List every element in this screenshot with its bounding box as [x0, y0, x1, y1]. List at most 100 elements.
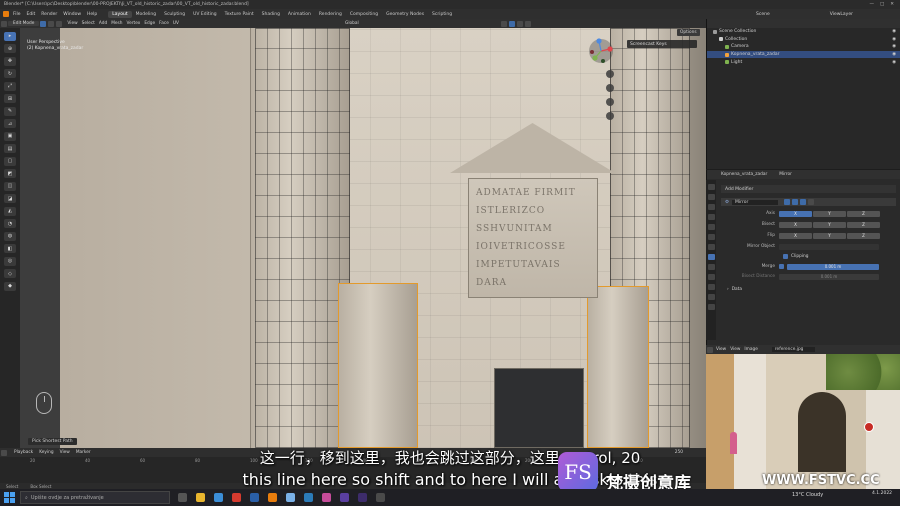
tab-geometry-nodes[interactable]: Geometry Nodes [382, 11, 428, 18]
task-view-icon[interactable] [178, 493, 187, 502]
image-menu-view-2[interactable]: View [728, 347, 742, 352]
smooth-tool-icon[interactable]: ◍ [4, 231, 16, 241]
screencast-keys-panel[interactable]: Screencast Keys [627, 40, 697, 48]
maximize-icon[interactable]: □ [880, 2, 884, 7]
scene-tab-icon[interactable] [707, 224, 715, 230]
options-dropdown[interactable]: Options [677, 29, 700, 36]
app-icon-7[interactable] [286, 493, 295, 502]
last-operator-panel[interactable]: Pick Shortest Path [28, 438, 77, 445]
face-select-icon[interactable] [56, 20, 63, 27]
menu-file[interactable]: File [10, 12, 24, 17]
viewport-menu-uv[interactable]: UV [171, 21, 181, 26]
shading-solid-icon[interactable] [516, 20, 523, 27]
shrink-tool-icon[interactable]: ◎ [4, 256, 16, 266]
physics-tab-icon[interactable] [707, 274, 715, 280]
modifier-name-field[interactable]: Mirror [732, 199, 779, 205]
tab-layout[interactable]: Layout [108, 10, 132, 18]
world-tab-icon[interactable] [707, 234, 715, 240]
bevel-tool-icon[interactable]: ◩ [4, 169, 16, 178]
viewport-menu-edge[interactable]: Edge [142, 21, 157, 26]
mode-dropdown[interactable]: Edit Mode [8, 21, 40, 26]
shading-material-icon[interactable] [524, 20, 531, 27]
viewport-toggle-icon[interactable] [792, 199, 799, 205]
viewport-menu-face[interactable]: Face [157, 21, 171, 26]
tool-tab-icon[interactable] [707, 184, 715, 190]
axis-toggle-z[interactable]: Z [847, 232, 880, 239]
mirror-object-field[interactable] [779, 243, 879, 250]
axis-toggle-z[interactable]: Z [847, 221, 880, 228]
3d-viewport[interactable]: ADMATAE FIRMIT ISTLERIZCO SSHVUNITAM IOI… [20, 28, 706, 448]
outliner-row[interactable]: Kopnena_vrata_zadar ◉ [707, 50, 900, 59]
tab-shading[interactable]: Shading [258, 11, 284, 18]
image-editor-type-icon[interactable] [707, 346, 713, 353]
tab-rendering[interactable]: Rendering [315, 11, 346, 18]
zoom-icon[interactable] [606, 70, 614, 78]
clipping-checkbox[interactable] [783, 254, 788, 259]
constraints-tab-icon[interactable] [707, 284, 715, 290]
tab-compositing[interactable]: Compositing [346, 11, 382, 18]
visibility-eye-icon[interactable]: ◉ [892, 60, 896, 65]
material-tab-icon[interactable] [707, 304, 715, 310]
outliner-row[interactable]: Camera ◉ [707, 43, 900, 51]
axis-toggle-x[interactable]: X [779, 221, 812, 228]
viewport-menu-select[interactable]: Select [80, 21, 97, 26]
navigation-gizmo-icon[interactable] [588, 38, 614, 64]
viewport-menu-view[interactable]: View [65, 21, 79, 26]
premiere-icon[interactable] [340, 493, 349, 502]
blender-taskbar-icon[interactable] [268, 493, 277, 502]
axis-toggle-x[interactable]: X [779, 232, 812, 239]
render-toggle-icon[interactable] [800, 199, 807, 205]
photoshop-icon[interactable] [304, 493, 313, 502]
weather-widget[interactable]: 13°C Cloudy [792, 492, 823, 498]
close-icon[interactable]: ✕ [890, 2, 894, 7]
outliner-row[interactable]: Scene Collection ◉ [707, 28, 900, 36]
tab-modeling[interactable]: Modeling [132, 11, 160, 18]
axis-toggle-x[interactable]: X [779, 210, 812, 217]
merge-checkbox[interactable] [779, 264, 784, 269]
outliner-row[interactable]: Light ◉ [707, 58, 900, 66]
annotate-tool-icon[interactable]: ✎ [4, 106, 16, 116]
menu-window[interactable]: Window [60, 12, 84, 17]
extrude-tool-icon[interactable]: ▤ [4, 144, 16, 153]
after-effects-icon[interactable] [358, 493, 367, 502]
image-name-field[interactable]: reference.jpg [771, 347, 816, 352]
data-tab-icon[interactable] [707, 294, 715, 300]
axis-toggle-z[interactable]: Z [847, 210, 880, 217]
outliner-row[interactable]: Collection ◉ [707, 36, 900, 44]
app-icon-9[interactable] [322, 493, 331, 502]
tab-texture-paint[interactable]: Texture Paint [221, 11, 258, 18]
pan-hand-icon[interactable] [606, 84, 614, 92]
xray-icon[interactable] [508, 20, 515, 27]
blender-logo-icon[interactable] [3, 11, 9, 17]
image-menu-view[interactable]: View [714, 347, 728, 352]
editor-type-icon[interactable] [1, 20, 7, 27]
viewport-menu-mesh[interactable]: Mesh [109, 21, 124, 26]
loop-cut-tool-icon[interactable]: ◫ [4, 181, 16, 191]
visibility-eye-icon[interactable]: ◉ [892, 44, 896, 49]
visibility-eye-icon[interactable]: ◉ [892, 52, 896, 57]
app-icon-5[interactable] [250, 493, 259, 502]
inset-tool-icon[interactable]: ▢ [4, 156, 16, 166]
ortho-toggle-icon[interactable] [606, 112, 614, 120]
modifier-tab-icon[interactable] [707, 254, 715, 260]
move-tool-icon[interactable]: ✥ [4, 56, 16, 66]
data-subpanel[interactable]: › Data [727, 286, 896, 293]
editmode-toggle-icon[interactable] [784, 199, 791, 205]
tab-scripting[interactable]: Scripting [428, 11, 456, 18]
edge-select-icon[interactable] [48, 20, 55, 27]
output-tab-icon[interactable] [707, 204, 715, 210]
overlay-icon[interactable] [500, 20, 507, 27]
merge-distance-field[interactable]: 0.001 m [787, 263, 879, 270]
image-menu-image[interactable]: Image [742, 347, 759, 352]
edge-slide-tool-icon[interactable]: ◧ [4, 244, 16, 253]
spin-tool-icon[interactable]: ◔ [4, 219, 16, 228]
view-layer-tab-icon[interactable] [707, 214, 715, 220]
scene-selector[interactable]: Scene [756, 12, 770, 17]
axis-toggle-y[interactable]: Y [813, 210, 846, 217]
visibility-eye-icon[interactable]: ◉ [892, 37, 896, 42]
add-cube-tool-icon[interactable]: ▣ [4, 131, 16, 141]
particles-tab-icon[interactable] [707, 264, 715, 270]
knife-tool-icon[interactable]: ◪ [4, 194, 16, 203]
scale-tool-icon[interactable]: ⤢ [4, 81, 16, 91]
viewport-menu-add[interactable]: Add [97, 21, 109, 26]
